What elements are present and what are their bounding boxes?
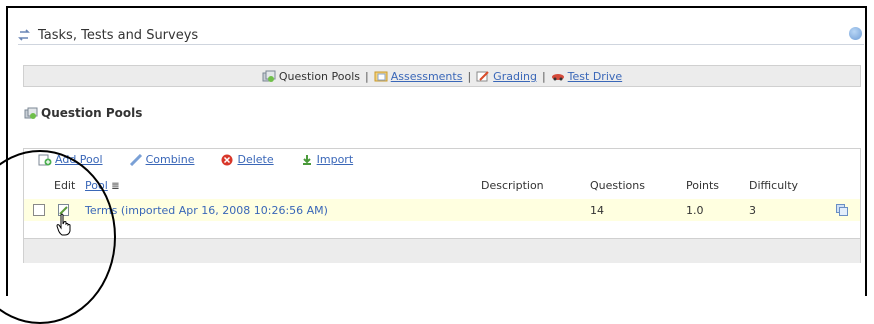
combine-button[interactable]: Combine xyxy=(129,153,195,166)
row-points: 1.0 xyxy=(686,204,704,217)
question-pools-icon xyxy=(24,107,38,119)
nav-question-pools: Question Pools xyxy=(262,70,360,83)
table-row: Terms (imported Apr 16, 2008 10:26:56 AM… xyxy=(24,199,860,221)
combine-link[interactable]: Combine xyxy=(146,153,195,166)
nav-grading[interactable]: Grading xyxy=(476,70,537,83)
import-link[interactable]: Import xyxy=(317,153,354,166)
question-pools-icon xyxy=(262,70,276,82)
copy-pool-icon[interactable] xyxy=(836,204,848,216)
row-difficulty: 3 xyxy=(749,204,756,217)
delete-button[interactable]: Delete xyxy=(220,153,274,166)
header-questions: Questions xyxy=(590,179,645,192)
nav-separator: | xyxy=(365,69,369,83)
tool-title: Tasks, Tests and Surveys xyxy=(38,27,199,43)
row-questions: 14 xyxy=(590,204,604,217)
nav-grading-link[interactable]: Grading xyxy=(493,70,537,83)
pool-toolbar: Add Pool Combine Delete Import xyxy=(38,153,379,166)
import-icon xyxy=(302,154,311,165)
import-button[interactable]: Import xyxy=(300,153,354,166)
grading-icon xyxy=(476,71,489,82)
nav-assessments[interactable]: Assessments xyxy=(374,70,463,83)
table-header: Edit Pool ≣ Description Questions Points… xyxy=(23,176,861,196)
nav-test-drive-link[interactable]: Test Drive xyxy=(568,70,622,83)
table-footer-bar xyxy=(24,238,860,263)
nav-separator: | xyxy=(467,69,472,83)
help-icon[interactable] xyxy=(849,27,862,40)
pool-name-link[interactable]: Terms (imported Apr 16, 2008 10:26:56 AM… xyxy=(85,204,328,217)
tool-navigation-bar: Question Pools | Assessments | Grading |… xyxy=(23,65,861,87)
delete-link[interactable]: Delete xyxy=(237,153,273,166)
delete-icon xyxy=(221,154,233,165)
nav-separator: | xyxy=(541,69,546,83)
nav-test-drive[interactable]: Test Drive xyxy=(551,70,622,83)
tasks-tool-icon xyxy=(18,29,30,41)
header-difficulty: Difficulty xyxy=(749,179,799,192)
tool-title-row: Tasks, Tests and Surveys xyxy=(18,27,198,43)
section-title: Question Pools xyxy=(41,106,143,120)
sort-icon[interactable]: ≣ xyxy=(111,181,119,192)
section-heading: Question Pools xyxy=(24,106,142,120)
assessments-icon xyxy=(374,71,388,82)
test-drive-icon xyxy=(551,74,564,81)
nav-assessments-link[interactable]: Assessments xyxy=(391,70,463,83)
header-points: Points xyxy=(686,179,720,192)
header-description: Description xyxy=(481,179,544,192)
nav-question-pools-label: Question Pools xyxy=(278,69,361,83)
combine-icon xyxy=(129,153,142,166)
title-divider xyxy=(18,44,864,45)
